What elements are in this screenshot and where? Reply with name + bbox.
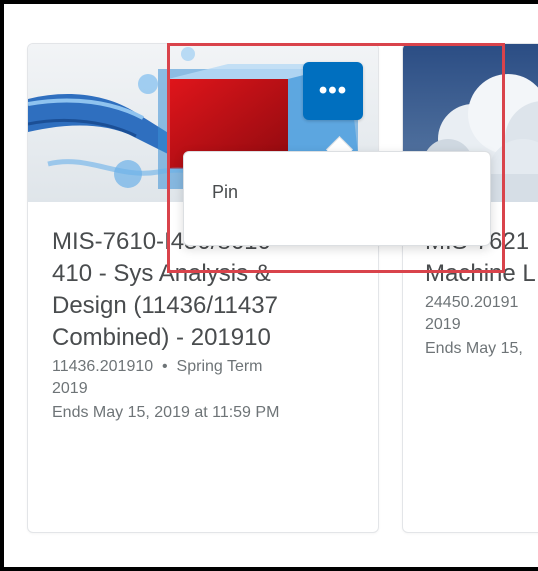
course-year: 2019 [52, 380, 88, 397]
bullet-icon: • [157, 358, 173, 375]
course-options-button[interactable]: ••• [303, 62, 363, 120]
course-end-date: Ends May 15, [425, 340, 523, 357]
course-term: Spring Term [176, 358, 263, 375]
course-meta: 24450.20191 2019 [425, 292, 538, 336]
ellipsis-icon: ••• [318, 77, 348, 104]
course-end-date: Ends May 15, 2019 at 11:59 PM [52, 404, 280, 421]
course-code: 11436.201910 [52, 358, 154, 375]
course-year: 2019 [425, 316, 461, 333]
course-meta: 11436.201910 • Spring Term 2019 [52, 356, 362, 400]
menu-item-pin[interactable]: Pin [212, 182, 238, 203]
course-code: 24450.20191 [425, 294, 519, 311]
course-options-menu: Pin [183, 151, 491, 246]
course-card[interactable]: MIS-7621 Machine L 24450.20191 2019 Ends… [402, 43, 538, 533]
course-details: MIS-7610-I430/8610- 410 - Sys Analysis &… [52, 226, 362, 424]
course-details: MIS-7621 Machine L 24450.20191 2019 Ends… [425, 226, 538, 360]
course-widget: MIS-7610-I430/8610- 410 - Sys Analysis &… [0, 0, 538, 571]
